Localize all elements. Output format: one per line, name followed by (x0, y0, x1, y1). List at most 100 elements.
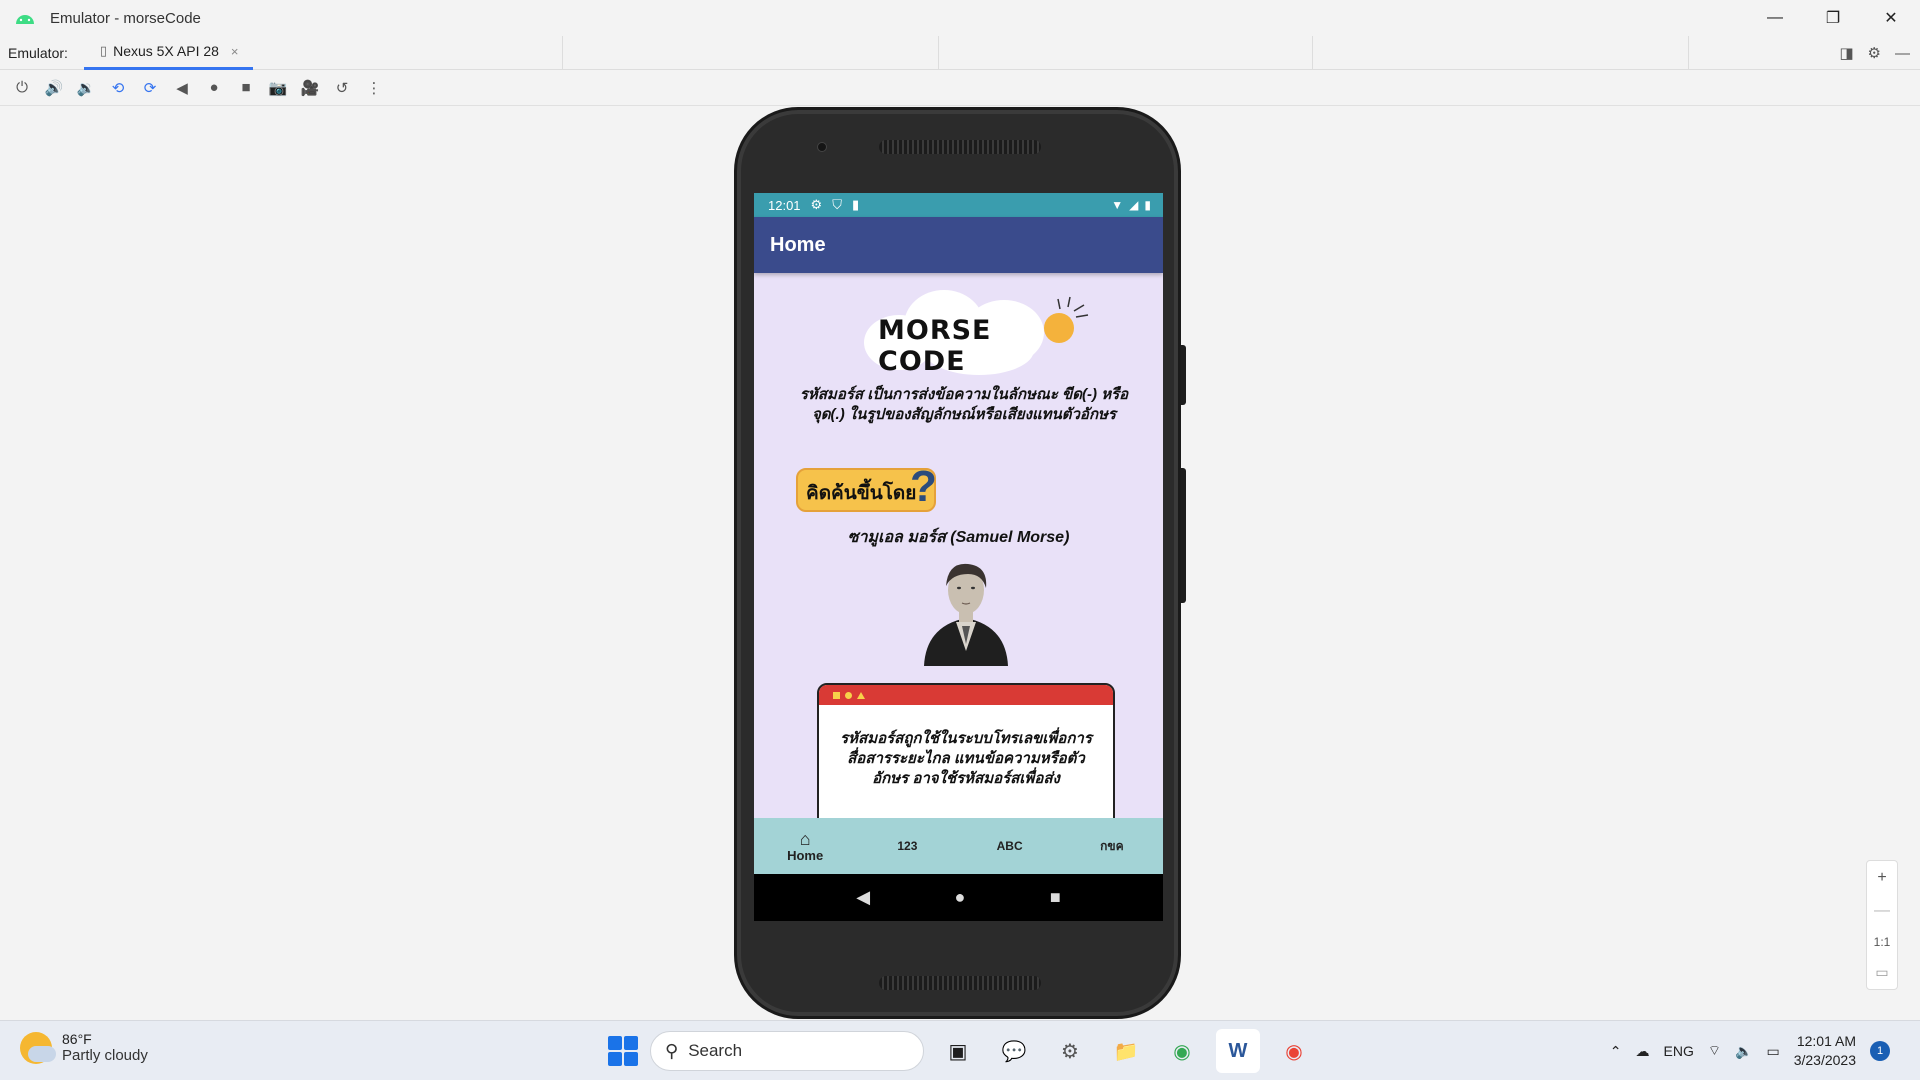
more-icon[interactable]: ⋮ (360, 74, 388, 102)
intro-text: รหัสมอร์ส เป็นการส่งข้อความในลักษณะ ขีด(… (799, 386, 1129, 423)
screenshot-icon[interactable]: 📷 (264, 74, 292, 102)
front-camera (817, 142, 827, 152)
nav-abc-label: ABC (996, 839, 1023, 853)
close-button[interactable]: ✕ (1862, 0, 1920, 36)
nav-item-abc[interactable]: ABC (959, 818, 1061, 874)
back-button[interactable]: ◀ (856, 887, 870, 908)
tab-device[interactable]: ▯ Nexus 5X API 28 × (83, 36, 253, 70)
minimize-button[interactable]: — (1746, 0, 1804, 36)
zoom-controls: + — 1:1 ▭ (1866, 860, 1898, 990)
app-bar: Home (754, 217, 1163, 273)
chevron-up-icon[interactable]: ⌃ (1610, 1043, 1622, 1060)
taskbar-search[interactable]: ⚲ Search (650, 1031, 924, 1071)
power-side-button[interactable] (1181, 345, 1186, 405)
shield-icon: ⛉ (832, 197, 842, 212)
invented-by-badge: คิดค้นขึ้นโดย ? (796, 462, 937, 512)
language-indicator[interactable]: ENG (1664, 1043, 1694, 1059)
samuel-morse-portrait (924, 563, 1008, 666)
top-speaker (879, 140, 1041, 154)
nav-item-thai[interactable]: กขค (1061, 818, 1163, 874)
taskbar-apps: ⚲ Search ▣ 💬 ⚙ 📁 ◉ W ◉ (608, 1029, 1316, 1073)
word-app-icon[interactable]: W (1216, 1029, 1260, 1073)
logo-text: MORSE CODE (878, 315, 992, 377)
windows-start-icon[interactable] (608, 1036, 638, 1066)
bottom-speaker (879, 976, 1041, 990)
zoom-in-button[interactable]: + (1877, 869, 1886, 887)
teams-chat-icon[interactable]: 💬 (992, 1029, 1036, 1073)
triangle-dot (857, 691, 865, 699)
settings-app-icon[interactable]: ⚙ (1048, 1029, 1092, 1073)
bottom-navigation: ⌂ Home 123 ABC กขค (754, 818, 1163, 874)
file-explorer-icon[interactable]: 📁 (1104, 1029, 1148, 1073)
task-view-icon[interactable]: ▣ (936, 1029, 980, 1073)
badge-text: คิดค้นขึ้นโดย (806, 483, 917, 504)
square-dot (833, 691, 840, 699)
bulb-rays (1057, 296, 1089, 318)
overview-icon[interactable]: ■ (232, 74, 260, 102)
restore-button[interactable]: ❐ (1804, 0, 1862, 36)
volume-down-icon[interactable]: 🔉 (72, 74, 100, 102)
snapshot-icon[interactable]: ↺ (328, 74, 356, 102)
gear-icon[interactable]: ⚙ (1868, 44, 1881, 62)
home-icon[interactable]: ● (200, 74, 228, 102)
inventor-name: ซามูเอล มอร์ส (Samuel Morse) (847, 529, 1070, 546)
nav-home-label: Home (787, 847, 824, 863)
phone-screen: 12:01 ⚙ ⛉ ▮ ▼ ◢ ▮ Home MORSE CODE รหัสมอ… (754, 193, 1163, 921)
tabbar-actions: ◨ ⚙ — (1839, 36, 1910, 70)
tab-device-label: Nexus 5X API 28 (113, 43, 219, 59)
rotate-left-icon[interactable]: ⟲ (104, 74, 132, 102)
tab-divider (562, 36, 563, 70)
app-bar-title: Home (770, 233, 826, 256)
fit-screen-icon[interactable]: ▭ (1875, 964, 1888, 981)
volume-up-icon[interactable]: 🔊 (40, 74, 68, 102)
notification-badge[interactable]: 1 (1870, 1041, 1890, 1061)
question-mark: ? (910, 462, 937, 511)
status-right: ▼ ◢ ▮ (1111, 193, 1151, 217)
android-icon (16, 15, 34, 24)
power-icon[interactable]: ⏻ (8, 74, 36, 102)
emulator-label: Emulator: (8, 44, 68, 61)
card-text: รหัสมอร์สถูกใช้ในระบบโทรเลขเพื่อการสื่อส… (840, 730, 1092, 787)
layout-icon[interactable]: ◨ (1839, 44, 1853, 62)
speaker-icon[interactable]: 🔈 (1735, 1043, 1752, 1060)
chrome-profile-icon[interactable]: ◉ (1272, 1029, 1316, 1073)
tab-divider (1312, 36, 1313, 70)
weather-widget[interactable]: 86°F Partly cloudy (20, 1031, 148, 1064)
temperature: 86°F (62, 1031, 92, 1047)
morse-code-logo: MORSE CODE (864, 285, 1054, 377)
back-icon[interactable]: ◀ (168, 74, 196, 102)
zoom-out-button[interactable]: — (1874, 902, 1890, 920)
nav-numbers-label: 123 (897, 839, 918, 853)
partly-cloudy-icon (20, 1031, 56, 1064)
home-button[interactable]: ● (955, 887, 966, 908)
card-title-bar (819, 685, 1113, 705)
tab-divider (938, 36, 939, 70)
battery-icon[interactable]: ▭ (1766, 1043, 1779, 1060)
weather-condition: Partly cloudy (62, 1047, 148, 1064)
sd-card-icon: ▮ (851, 197, 860, 212)
emulator-toolbar: ⏻ 🔊 🔉 ⟲ ⟳ ◀ ● ■ 📷 🎥 ↺ ⋮ (0, 70, 1920, 106)
windows-taskbar: 86°F Partly cloudy ⚲ Search ▣ 💬 ⚙ 📁 ◉ W … (0, 1020, 1920, 1080)
device-icon: ▯ (99, 43, 108, 58)
nav-item-numbers[interactable]: 123 (856, 818, 958, 874)
onedrive-icon[interactable]: ☁ (1636, 1043, 1650, 1060)
nav-item-home[interactable]: ⌂ Home (754, 818, 856, 874)
window-controls: — ❐ ✕ (1746, 0, 1920, 36)
tab-close-icon[interactable]: × (231, 44, 239, 59)
chrome-icon[interactable]: ◉ (1160, 1029, 1204, 1073)
wifi-icon: ▼ (1111, 198, 1124, 212)
clock[interactable]: 12:01 AM 3/23/2023 (1794, 1032, 1856, 1070)
volume-side-button[interactable] (1181, 468, 1186, 603)
status-bar: 12:01 ⚙ ⛉ ▮ ▼ ◢ ▮ (754, 193, 1163, 217)
settings-icon: ⚙ (810, 197, 823, 212)
home-content[interactable]: MORSE CODE รหัสมอร์ส เป็นการส่งข้อความใน… (754, 273, 1163, 818)
zoom-actual-size-button[interactable]: 1:1 (1874, 935, 1891, 949)
wifi-icon[interactable]: ⌔ (1708, 1042, 1721, 1060)
emulator-tab-bar: Emulator: ▯ Nexus 5X API 28 × ◨ ⚙ — (0, 36, 1920, 70)
screenrecord-icon[interactable]: 🎥 (296, 74, 324, 102)
hide-panel-icon[interactable]: — (1895, 45, 1910, 62)
battery-icon: ▮ (1144, 198, 1151, 212)
clock-time: 12:01 AM (1796, 1033, 1856, 1049)
rotate-right-icon[interactable]: ⟳ (136, 74, 164, 102)
recents-button[interactable]: ■ (1050, 887, 1061, 908)
